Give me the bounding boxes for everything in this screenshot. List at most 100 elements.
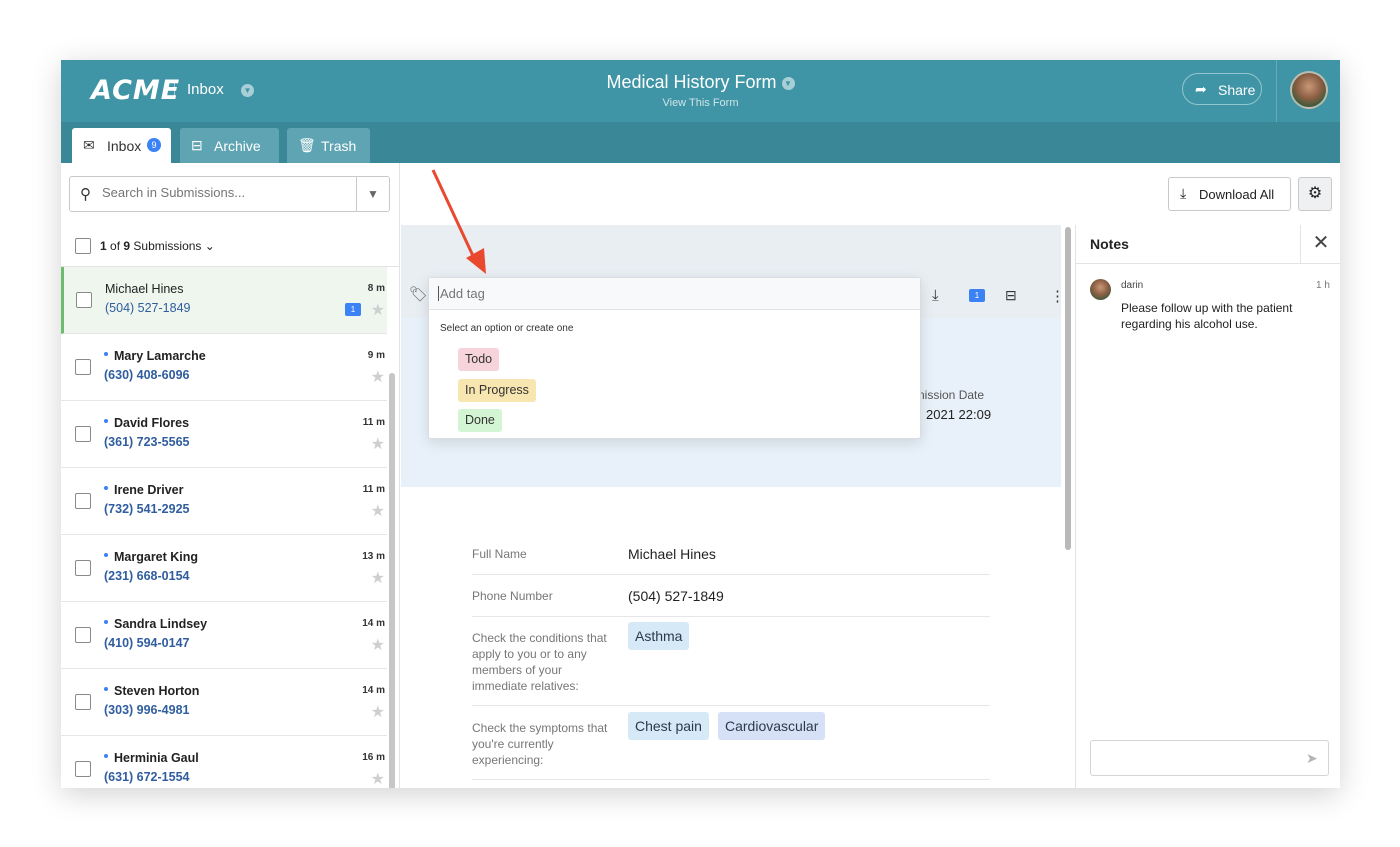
- submission-time: 11 m: [362, 417, 385, 428]
- chevron-down-icon[interactable]: ▼: [781, 77, 795, 90]
- download-all-label: Download All: [1199, 187, 1275, 202]
- field-value: (504) 527-1849: [628, 588, 724, 604]
- star-icon[interactable]: ★: [371, 367, 385, 387]
- submission-date-value: 2021 22:09: [926, 407, 992, 422]
- share-arrow-icon: ➦: [1195, 81, 1207, 97]
- list-item[interactable]: Mary Lamarche (630) 408-6096 9 m ★: [61, 334, 387, 401]
- list-item[interactable]: Herminia Gaul (631) 672-1554 16 m ★: [61, 736, 387, 788]
- tag-input-row: [429, 278, 920, 310]
- field-label: Phone Number: [472, 589, 553, 603]
- star-icon[interactable]: ★: [371, 568, 385, 588]
- tag-option-done[interactable]: Done: [458, 409, 502, 432]
- search-icon: ⚲: [80, 186, 91, 203]
- notes-title: Notes: [1090, 236, 1129, 252]
- list-item[interactable]: Margaret King (231) 668-0154 13 m ★: [61, 535, 387, 602]
- row-checkbox[interactable]: [75, 359, 91, 375]
- download-icon: ⤓: [1180, 185, 1187, 201]
- tag-icon[interactable]: 🏷: [409, 285, 428, 303]
- notes-panel: Notes ✕ darin 1 h Please follow up with …: [1075, 225, 1340, 788]
- submitter-name: David Flores: [114, 416, 190, 430]
- star-icon[interactable]: ★: [371, 434, 385, 454]
- field-phone-number: Phone Number (504) 527-1849: [472, 588, 990, 617]
- list-scrollbar[interactable]: [389, 373, 395, 788]
- tab-inbox[interactable]: ✉ Inbox 9: [72, 128, 171, 163]
- app-window: ACME Inbox ▼ Medical History Form ▼ View…: [61, 60, 1340, 788]
- list-item[interactable]: Michael Hines (504) 527-1849 8 m 1 ★: [61, 267, 387, 334]
- search-input[interactable]: [102, 185, 352, 200]
- unread-dot: [104, 553, 108, 557]
- field-label: Full Name: [472, 547, 527, 561]
- filter-button[interactable]: ▼: [356, 177, 389, 211]
- tab-archive[interactable]: ⊟ Archive: [180, 128, 279, 163]
- list-item[interactable]: Irene Driver (732) 541-2925 11 m ★: [61, 468, 387, 535]
- archive-tray-icon: ⊟: [191, 137, 203, 153]
- star-icon[interactable]: ★: [371, 635, 385, 655]
- note-time: 1 h: [1316, 280, 1330, 291]
- field-value: Michael Hines: [628, 546, 716, 562]
- list-header: 1 of 9 Submissions ⌄: [61, 225, 400, 267]
- tag-option-in-progress[interactable]: In Progress: [458, 379, 536, 402]
- close-notes-button[interactable]: ✕: [1300, 225, 1340, 263]
- note-input[interactable]: ➤: [1090, 740, 1329, 776]
- search-box: ⚲ ▼: [69, 176, 390, 212]
- list-item[interactable]: Steven Horton (303) 996-4981 14 m ★: [61, 669, 387, 736]
- answer-chip: Chest pain: [628, 712, 709, 740]
- count-label: Submissions: [130, 239, 202, 253]
- tab-inbox-label: Inbox: [107, 138, 142, 154]
- gear-icon: ⚙: [1307, 185, 1323, 202]
- download-icon[interactable]: ⤓: [932, 287, 939, 304]
- submitter-name: Michael Hines: [105, 282, 184, 296]
- main-toolbar: ⤓ Download All ⚙: [401, 163, 1340, 225]
- row-checkbox[interactable]: [75, 560, 91, 576]
- envelope-icon: ✉: [83, 137, 95, 153]
- row-checkbox[interactable]: [75, 493, 91, 509]
- tab-trash[interactable]: 🗑 Trash: [287, 128, 370, 163]
- top-bar: ACME Inbox ▼ Medical History Form ▼ View…: [61, 60, 1340, 122]
- settings-button[interactable]: ⚙: [1298, 177, 1332, 211]
- submission-list-pane: ⚲ ▼ 1 of 9 Submissions ⌄ Michael Hines (…: [61, 163, 400, 788]
- row-checkbox[interactable]: [75, 694, 91, 710]
- more-options-icon[interactable]: ⋮: [1050, 287, 1065, 305]
- user-avatar[interactable]: [1290, 71, 1328, 109]
- row-checkbox[interactable]: [75, 761, 91, 777]
- download-all-button[interactable]: ⤓ Download All: [1168, 177, 1291, 211]
- list-item[interactable]: Sandra Lindsey (410) 594-0147 14 m ★: [61, 602, 387, 669]
- share-button[interactable]: ➦ Share: [1182, 73, 1262, 105]
- submission-count-dropdown[interactable]: 1 of 9 Submissions ⌄: [100, 239, 215, 253]
- note-count-icon: 1: [345, 303, 361, 316]
- row-checkbox[interactable]: [76, 292, 92, 308]
- star-icon[interactable]: ★: [371, 501, 385, 521]
- star-icon[interactable]: ★: [371, 769, 385, 788]
- answer-chip: Asthma: [628, 622, 690, 650]
- row-checkbox[interactable]: [75, 426, 91, 442]
- list-item[interactable]: David Flores (361) 723-5565 11 m ★: [61, 401, 387, 468]
- submitter-phone: (231) 668-0154: [104, 569, 190, 583]
- add-tag-input[interactable]: [438, 286, 838, 301]
- avatar-divider: [1276, 60, 1277, 122]
- submitter-name: Steven Horton: [114, 684, 200, 698]
- send-icon[interactable]: ➤: [1306, 750, 1318, 767]
- field-label: Check the symptoms that you're currently…: [472, 721, 608, 767]
- field-conditions: Check the conditions that apply to you o…: [472, 622, 990, 706]
- note-author: darin: [1121, 280, 1144, 291]
- view-form-link[interactable]: View This Form: [61, 97, 1340, 109]
- row-checkbox[interactable]: [75, 627, 91, 643]
- filter-icon: ▼: [367, 187, 379, 201]
- submitter-phone: (303) 996-4981: [104, 703, 190, 717]
- form-title-text: Medical History Form: [606, 72, 777, 92]
- unread-dot: [104, 620, 108, 624]
- submitter-name: Sandra Lindsey: [114, 617, 208, 631]
- trash-icon: 🗑: [298, 137, 316, 153]
- tag-option-todo[interactable]: Todo: [458, 348, 500, 371]
- submission-time: 13 m: [362, 551, 385, 562]
- note-count-icon[interactable]: 1: [969, 289, 985, 302]
- submission-scrollbar[interactable]: [1065, 227, 1071, 550]
- star-icon[interactable]: ★: [371, 702, 385, 722]
- share-label: Share: [1218, 82, 1256, 98]
- tab-archive-label: Archive: [214, 138, 261, 154]
- submission-time: 16 m: [362, 752, 385, 763]
- archive-tray-icon[interactable]: ⊟: [1005, 287, 1017, 304]
- star-icon[interactable]: ★: [371, 300, 385, 320]
- form-title[interactable]: Medical History Form ▼: [61, 72, 1340, 93]
- select-all-checkbox[interactable]: [75, 238, 91, 254]
